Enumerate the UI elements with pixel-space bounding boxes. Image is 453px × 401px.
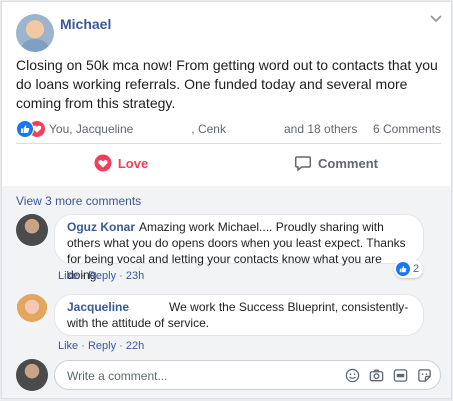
- redacted-name: [133, 301, 169, 311]
- comment-meta: Like · Reply · 22h: [58, 340, 144, 352]
- comment-timestamp[interactable]: 22h: [126, 340, 144, 352]
- post-card: Michael Closing on 50k mca now! From get…: [1, 1, 452, 399]
- reaction-icons[interactable]: [16, 120, 46, 138]
- comment-input[interactable]: [65, 366, 339, 386]
- redacted-name: [226, 123, 284, 133]
- chevron-down-icon[interactable]: [429, 14, 443, 24]
- comment-icon: [294, 156, 312, 172]
- reaction-names[interactable]: You, Jacqueline , Cenk and 18 others: [49, 122, 357, 136]
- composer-tools: [336, 367, 432, 383]
- love-button-label: Love: [117, 155, 149, 171]
- view-more-comments-link[interactable]: View 3 more comments: [16, 194, 141, 208]
- sticker-icon[interactable]: [416, 367, 432, 383]
- post-actions: Love Comment: [16, 146, 441, 180]
- current-user-avatar: [16, 359, 48, 391]
- emoji-icon[interactable]: [344, 367, 360, 383]
- comment-button-label: Comment: [318, 155, 378, 171]
- comment-bubble: Jacqueline We work the Success Blueprint,…: [54, 294, 424, 336]
- separator: ·: [81, 340, 85, 352]
- comment-bubble: Oguz Konar Amazing work Michael.... Proud…: [54, 214, 424, 282]
- like-icon: [16, 120, 34, 138]
- comments-section: View 3 more comments Oguz Konar Amazing w…: [2, 186, 451, 398]
- redacted-name: [133, 123, 191, 133]
- comment-reaction-count: 2: [413, 263, 420, 275]
- comment-like-link[interactable]: Like: [58, 340, 78, 352]
- reaction-names-part3: and 18 others: [283, 122, 358, 136]
- separator: ·: [119, 340, 123, 352]
- reaction-names-part1: You, Jacqueline: [49, 122, 134, 136]
- commenter-avatar[interactable]: [16, 214, 48, 246]
- comment-meta: Like · Reply · 23h: [58, 270, 144, 282]
- post-text: Closing on 50k mca now! From getting wor…: [16, 57, 438, 111]
- comment-reply-link[interactable]: Reply: [88, 270, 116, 282]
- separator: ·: [119, 270, 123, 282]
- author-name[interactable]: Michael: [60, 16, 111, 32]
- comment-reply-link[interactable]: Reply: [88, 340, 116, 352]
- comment-item: Jacqueline We work the Success Blueprint,…: [16, 294, 441, 352]
- camera-icon[interactable]: [368, 367, 384, 383]
- comment-timestamp[interactable]: 23h: [126, 270, 144, 282]
- like-icon: [396, 262, 410, 276]
- comments-count[interactable]: 6 Comments: [373, 122, 441, 136]
- comment-like-link[interactable]: Like: [58, 270, 78, 282]
- separator: ·: [81, 270, 85, 282]
- divider: [16, 143, 441, 144]
- love-reaction-icon: [94, 154, 112, 172]
- comment-composer: [16, 358, 441, 392]
- comment-input-box[interactable]: [54, 360, 441, 390]
- comment-reaction-badge[interactable]: 2: [394, 260, 424, 278]
- commenter-avatar[interactable]: [16, 294, 48, 326]
- reaction-names-part2: , Cenk: [191, 122, 226, 136]
- gif-icon[interactable]: [392, 367, 408, 383]
- author-avatar[interactable]: [16, 14, 54, 52]
- comment-item: Oguz Konar Amazing work Michael.... Proud…: [16, 214, 441, 284]
- reactions-bar: You, Jacqueline , Cenk and 18 others 6 Com…: [16, 119, 441, 139]
- comment-button[interactable]: Comment: [231, 146, 441, 180]
- commenter-name[interactable]: Oguz Konar: [67, 220, 135, 234]
- love-button[interactable]: Love: [16, 146, 226, 180]
- commenter-name[interactable]: Jacqueline: [67, 300, 129, 314]
